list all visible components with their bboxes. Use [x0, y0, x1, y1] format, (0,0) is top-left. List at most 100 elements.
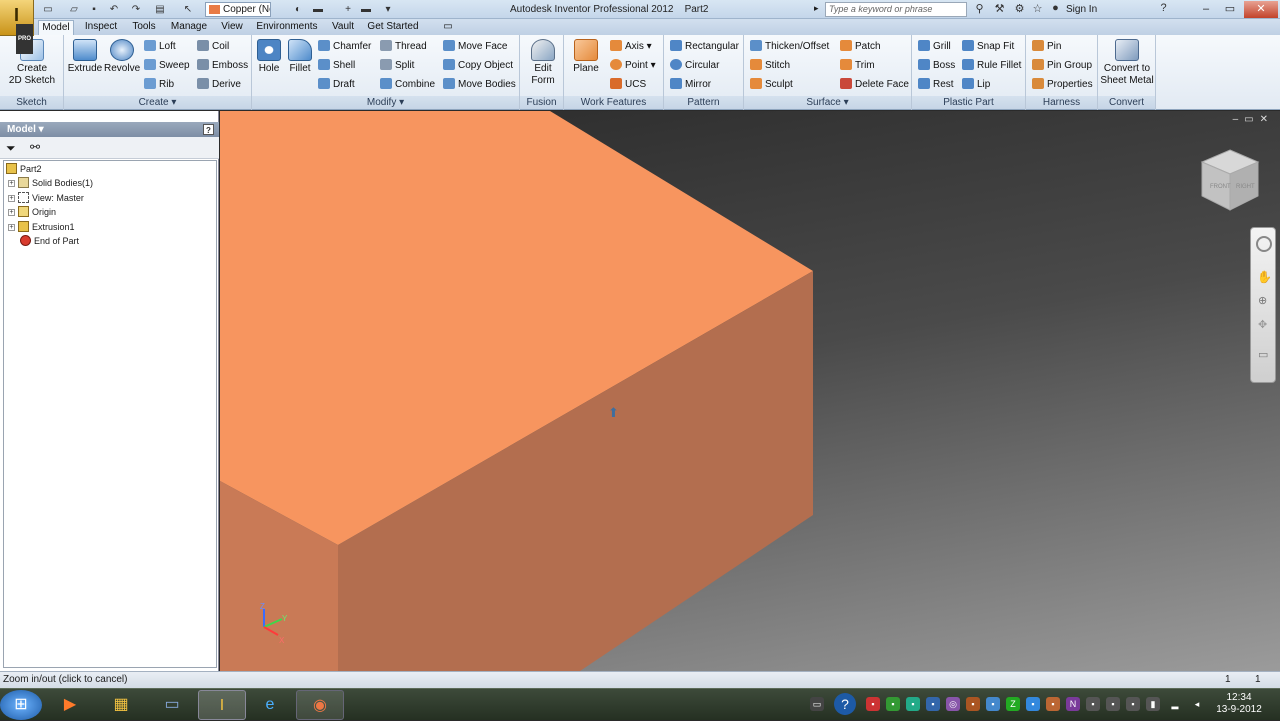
- tray-app13-icon[interactable]: ▪: [1126, 697, 1140, 711]
- save-icon[interactable]: ▪: [86, 2, 102, 17]
- orbit-icon[interactable]: ✥: [1258, 318, 1267, 331]
- tab-tools[interactable]: Tools: [126, 20, 162, 35]
- expand-icon[interactable]: +: [8, 209, 15, 216]
- tray-network-icon[interactable]: ▂: [1168, 697, 1182, 711]
- draft-button[interactable]: Draft: [318, 77, 355, 92]
- file-explorer-icon[interactable]: ▦: [97, 690, 145, 720]
- tray-app6-icon[interactable]: ▪: [966, 697, 980, 711]
- loft-button[interactable]: Loft: [144, 39, 176, 54]
- plane-button[interactable]: Plane: [568, 39, 604, 75]
- tray-app9-icon[interactable]: ▪: [1026, 697, 1040, 711]
- rib-button[interactable]: Rib: [144, 77, 174, 92]
- appearance-icon[interactable]: ◐: [290, 2, 306, 17]
- filter-icon[interactable]: ⏷: [6, 141, 16, 156]
- browser-header[interactable]: Model ▾?: [0, 122, 219, 137]
- minimize-button[interactable]: –: [1196, 1, 1216, 18]
- tree-node-origin[interactable]: + Origin: [8, 205, 56, 219]
- chamfer-button[interactable]: Chamfer: [318, 39, 371, 54]
- grill-button[interactable]: Grill: [918, 39, 951, 54]
- tab-manage[interactable]: Manage: [166, 20, 212, 35]
- lip-button[interactable]: Lip: [962, 77, 990, 92]
- rectangular-pattern-button[interactable]: Rectangular: [670, 39, 739, 54]
- coil-button[interactable]: Coil: [197, 39, 229, 54]
- expand-icon[interactable]: +: [8, 224, 15, 231]
- wrench-icon[interactable]: ⚒: [992, 2, 1007, 15]
- split-button[interactable]: Split: [380, 58, 414, 73]
- emboss-button[interactable]: Emboss: [197, 58, 248, 73]
- search-input[interactable]: Type a keyword or phrase: [825, 2, 967, 17]
- rest-button[interactable]: Rest: [918, 77, 954, 92]
- parameters-icon[interactable]: ▬: [358, 2, 374, 17]
- expand-icon[interactable]: +: [8, 180, 15, 187]
- maximize-button[interactable]: ▭: [1220, 1, 1240, 18]
- undo-icon[interactable]: ↶: [106, 2, 122, 17]
- chrome-icon[interactable]: ◉: [296, 690, 344, 720]
- extrude-button[interactable]: Extrude: [67, 39, 103, 75]
- favorites-icon[interactable]: ☆: [1030, 2, 1045, 15]
- pan-icon[interactable]: ✋: [1257, 270, 1272, 284]
- user-icon[interactable]: ●: [1048, 2, 1063, 14]
- measure-icon[interactable]: +: [340, 2, 356, 17]
- group-label-modify[interactable]: Modify ▾: [252, 96, 519, 109]
- internet-explorer-icon[interactable]: e: [246, 690, 294, 720]
- tray-battery-icon[interactable]: ▮: [1146, 697, 1160, 711]
- pin-button[interactable]: Pin: [1032, 39, 1061, 54]
- tray-app7-icon[interactable]: ▪: [986, 697, 1000, 711]
- tray-app5-icon[interactable]: ◎: [946, 697, 960, 711]
- viewport-window-controls[interactable]: –▭✕: [1233, 114, 1274, 125]
- ribbon-toggle-icon[interactable]: ▭: [440, 20, 456, 35]
- tab-model[interactable]: Model: [38, 20, 74, 35]
- tray-app3-icon[interactable]: ▪: [906, 697, 920, 711]
- patch-button[interactable]: Patch: [840, 39, 881, 54]
- revolve-button[interactable]: Revolve: [104, 39, 140, 75]
- part-model[interactable]: [220, 111, 1280, 671]
- zoom-icon[interactable]: ⊕: [1258, 294, 1267, 307]
- move-bodies-button[interactable]: Move Bodies: [443, 77, 516, 92]
- remote-desktop-icon[interactable]: ▭: [148, 690, 196, 720]
- tray-keyboard-icon[interactable]: ▭: [810, 697, 824, 711]
- select-icon[interactable]: ↖: [180, 2, 196, 17]
- tree-node-end-of-part[interactable]: End of Part: [20, 234, 79, 248]
- hole-button[interactable]: Hole: [256, 39, 282, 75]
- fillet-button[interactable]: Fillet: [286, 39, 314, 75]
- tray-app4-icon[interactable]: ▪: [926, 697, 940, 711]
- axis-button[interactable]: Axis ▾: [610, 39, 652, 54]
- customize-icon[interactable]: ▾: [380, 2, 396, 17]
- tree-node-extrusion1[interactable]: + Extrusion1: [8, 220, 75, 234]
- tray-app2-icon[interactable]: ▪: [886, 697, 900, 711]
- tab-vault[interactable]: Vault: [326, 20, 360, 35]
- rule-fillet-button[interactable]: Rule Fillet: [962, 58, 1021, 73]
- delete-face-button[interactable]: Delete Face: [840, 77, 909, 92]
- help-icon[interactable]: ?: [1156, 2, 1171, 14]
- sign-in-link[interactable]: Sign In: [1066, 4, 1097, 15]
- open-icon[interactable]: ▱: [66, 2, 82, 17]
- graphics-viewport[interactable]: –▭✕ FRONT RIGHT ✋ ⊕ ✥ ▭ Z Y X ⬆: [220, 111, 1280, 671]
- tray-onenote-icon[interactable]: N: [1066, 697, 1080, 711]
- color-icon[interactable]: ▬: [310, 2, 326, 17]
- sculpt-button[interactable]: Sculpt: [750, 77, 793, 92]
- thicken-offset-button[interactable]: Thicken/Offset: [750, 39, 829, 54]
- group-label-create[interactable]: Create ▾: [64, 96, 251, 109]
- point-button[interactable]: Point ▾: [610, 58, 656, 73]
- thread-button[interactable]: Thread: [380, 39, 427, 54]
- inventor-taskbar-icon[interactable]: I: [198, 690, 246, 720]
- tab-view[interactable]: View: [216, 20, 248, 35]
- new-icon[interactable]: ▭: [40, 2, 56, 17]
- start-button[interactable]: ⊞: [0, 690, 42, 720]
- derive-button[interactable]: Derive: [197, 77, 241, 92]
- tray-help-icon[interactable]: ?: [834, 693, 856, 715]
- redo-icon[interactable]: ↷: [128, 2, 144, 17]
- print-icon[interactable]: ▤: [152, 2, 168, 17]
- steering-wheel-icon[interactable]: [1256, 236, 1272, 252]
- group-label-surface[interactable]: Surface ▾: [744, 96, 911, 109]
- pin-group-button[interactable]: Pin Group: [1032, 58, 1092, 73]
- look-at-icon[interactable]: ▭: [1258, 348, 1268, 361]
- properties-button[interactable]: Properties: [1032, 77, 1093, 92]
- edit-form-button[interactable]: Edit Form: [524, 39, 562, 87]
- media-player-icon[interactable]: ▶: [46, 690, 94, 720]
- tab-get-started[interactable]: Get Started: [364, 20, 422, 35]
- tray-volume-icon[interactable]: ◂: [1190, 697, 1204, 711]
- binoculars-icon[interactable]: ⚲: [972, 2, 987, 15]
- close-button[interactable]: ✕: [1244, 1, 1278, 18]
- subscription-icon[interactable]: ⚙: [1012, 2, 1027, 15]
